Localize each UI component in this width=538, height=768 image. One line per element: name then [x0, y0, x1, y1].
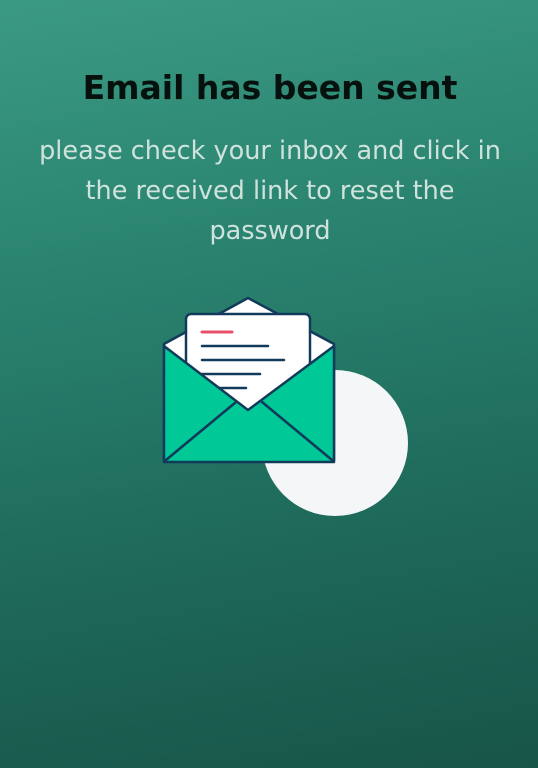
email-sent-illustration [150, 292, 420, 524]
page-title: Email has been sent [82, 68, 458, 107]
instruction-message: please check your inbox and click in the… [39, 136, 501, 246]
email-sent-screen: Email has been sent please check your in… [0, 0, 538, 768]
open-envelope-icon [162, 296, 408, 516]
